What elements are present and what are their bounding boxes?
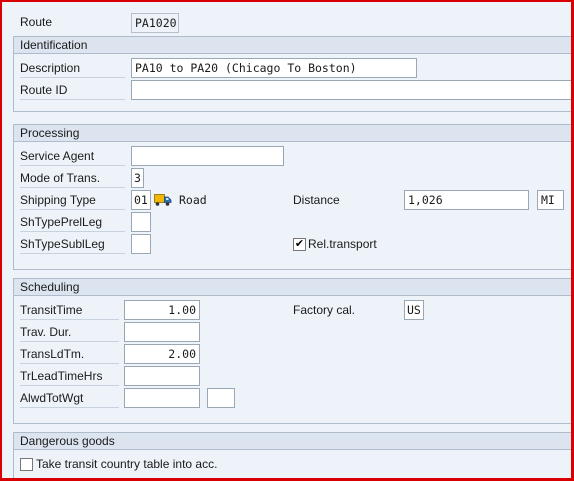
service-agent-field[interactable] <box>131 146 284 166</box>
rel-transport-checkbox[interactable]: ✔ <box>293 238 306 251</box>
scheduling-group-title: Scheduling <box>14 279 574 296</box>
mode-of-trans-field[interactable]: 3 <box>131 168 144 188</box>
factory-cal-field[interactable]: US <box>404 300 424 320</box>
transit-country-checkbox[interactable] <box>20 458 33 471</box>
sh-type-pre-leg-label: ShTypePrelLeg <box>20 213 125 232</box>
route-field: PA1020 <box>131 13 179 33</box>
sh-type-sub-leg-label: ShTypeSublLeg <box>20 235 125 254</box>
tr-lead-time-hrs-label: TrLeadTimeHrs <box>20 367 119 386</box>
alwd-tot-wgt-unit-field[interactable] <box>207 388 235 408</box>
transit-time-field[interactable]: 1.00 <box>124 300 200 320</box>
transit-time-label: TransitTime <box>20 301 119 320</box>
sh-type-sub-leg-field[interactable] <box>131 234 151 254</box>
sh-type-pre-leg-field[interactable] <box>131 212 151 232</box>
shipping-type-field[interactable]: 01 <box>131 190 151 210</box>
route-id-field[interactable] <box>131 80 574 100</box>
truck-icon <box>154 192 172 207</box>
distance-label: Distance <box>293 193 340 207</box>
mode-of-trans-label: Mode of Trans. <box>20 169 125 188</box>
transit-country-label: Take transit country table into acc. <box>36 457 218 471</box>
alwd-tot-wgt-label: AlwdTotWgt <box>20 389 119 408</box>
processing-group-title: Processing <box>14 125 574 142</box>
shipping-type-label: Shipping Type <box>20 191 125 210</box>
trav-dur-label: Trav. Dur. <box>20 323 119 342</box>
description-label: Description <box>20 59 125 78</box>
alwd-tot-wgt-field[interactable] <box>124 388 200 408</box>
distance-field[interactable]: 1,026 <box>404 190 529 210</box>
tr-lead-time-hrs-field[interactable] <box>124 366 200 386</box>
distance-unit-field[interactable]: MI <box>537 190 564 210</box>
identification-group-title: Identification <box>14 37 574 54</box>
rel-transport-label: Rel.transport <box>308 237 377 251</box>
trans-ld-tm-label: TransLdTm. <box>20 345 119 364</box>
trans-ld-tm-field[interactable]: 2.00 <box>124 344 200 364</box>
factory-cal-label: Factory cal. <box>293 303 356 317</box>
route-label: Route <box>20 15 53 29</box>
route-id-label: Route ID <box>20 81 125 100</box>
description-field[interactable]: PA10 to PA20 (Chicago To Boston) <box>131 58 417 78</box>
trav-dur-field[interactable] <box>124 322 200 342</box>
service-agent-label: Service Agent <box>20 147 125 166</box>
dangerous-goods-group-title: Dangerous goods <box>14 433 574 450</box>
shipping-type-text: Road <box>179 193 207 207</box>
